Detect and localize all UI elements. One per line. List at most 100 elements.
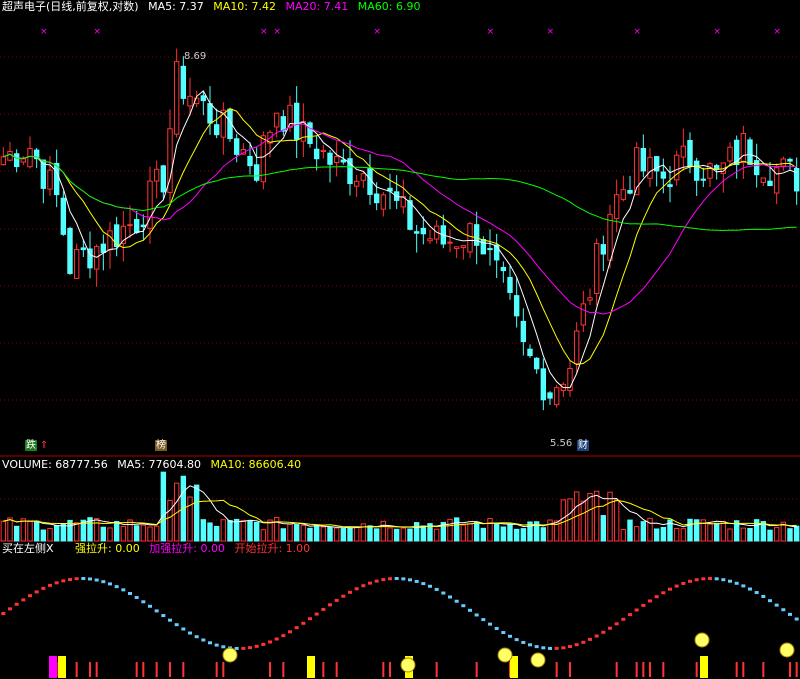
volume-bar xyxy=(380,520,387,542)
smiley-icon xyxy=(400,657,416,673)
candle-body xyxy=(420,227,427,235)
indicator-step xyxy=(301,621,306,625)
volume-bar xyxy=(13,525,20,542)
indicator-step xyxy=(568,645,572,649)
candle-body xyxy=(500,266,507,272)
volume-bar xyxy=(713,522,720,542)
smiley-icon xyxy=(779,642,795,658)
candle-body xyxy=(380,194,387,210)
volume-bar xyxy=(340,527,347,542)
ma60-label: MA60: 6.90 xyxy=(357,0,421,13)
signal-marker: × xyxy=(713,27,721,37)
volume-ma10-line xyxy=(3,499,797,528)
indicator-step xyxy=(468,608,472,612)
volume-bar xyxy=(467,523,473,542)
indicator-step xyxy=(761,594,766,598)
start-signal-bar xyxy=(695,662,698,677)
candle-body xyxy=(20,158,27,163)
candle-body xyxy=(173,61,180,135)
candle-body xyxy=(687,139,693,167)
start-signal-bar xyxy=(649,662,651,677)
tag-rank[interactable]: 榜 xyxy=(155,440,167,451)
indicator-step xyxy=(594,634,599,638)
volume-bar xyxy=(207,522,213,542)
indicator-extra-strong-label: 加强拉升: 0.00 xyxy=(149,542,225,555)
indicator-step xyxy=(634,608,639,612)
volume-bar xyxy=(400,527,407,542)
volume-bar xyxy=(480,527,487,542)
candle-body xyxy=(140,224,147,228)
volume-bar xyxy=(393,528,400,542)
volume-bar xyxy=(240,520,247,542)
indicator-step xyxy=(381,578,386,582)
volume-bar xyxy=(673,527,680,542)
candle-body xyxy=(520,320,527,343)
volume-bar xyxy=(273,516,280,542)
indicator-step xyxy=(181,627,186,631)
volume-bar xyxy=(33,520,40,542)
volume-bar xyxy=(453,517,460,542)
indicator-step xyxy=(48,583,52,587)
volume-bar xyxy=(280,528,287,542)
indicator-step xyxy=(521,640,526,644)
candle-body xyxy=(513,295,520,317)
candle-body xyxy=(247,155,253,167)
indicator-step xyxy=(328,603,332,607)
volume-bar xyxy=(133,525,140,542)
indicator-step xyxy=(41,586,46,590)
candle-body xyxy=(273,112,280,128)
candle-body xyxy=(740,133,747,163)
volume-bar xyxy=(740,527,747,542)
signal-marker: × xyxy=(273,27,281,37)
indicator-step xyxy=(488,622,492,626)
volume-bar xyxy=(293,524,300,542)
volume-bar xyxy=(333,527,340,542)
indicator-step xyxy=(774,603,779,607)
indicator-step xyxy=(614,622,619,626)
candle-body xyxy=(0,156,7,166)
start-signal-bar xyxy=(389,662,391,677)
candle-body xyxy=(213,124,220,136)
volume-bar xyxy=(367,525,373,542)
indicator-step xyxy=(261,642,266,646)
candle-body xyxy=(527,348,533,357)
volume-bar xyxy=(687,518,693,542)
candle-body xyxy=(787,158,793,162)
indicator-step xyxy=(234,646,239,650)
volume-bar xyxy=(513,528,520,542)
candle-body xyxy=(607,213,613,261)
ma20-label: MA20: 7.41 xyxy=(285,0,349,13)
candle-body xyxy=(727,146,733,162)
volume-label: VOLUME: 68777.56 xyxy=(2,458,108,471)
candle-body xyxy=(553,387,560,406)
candle-body xyxy=(487,248,493,251)
volume-bar xyxy=(420,525,427,542)
indicator-step xyxy=(501,631,506,635)
candle-body xyxy=(667,184,673,188)
volume-bar xyxy=(0,520,7,542)
volume-bar xyxy=(507,523,513,542)
indicator-step xyxy=(728,579,732,583)
indicator-step xyxy=(81,577,86,581)
tag-fall[interactable]: 跌 xyxy=(25,440,37,451)
indicator-step xyxy=(641,603,646,607)
indicator-step xyxy=(274,637,279,641)
candle-body xyxy=(180,65,187,99)
volume-bar xyxy=(387,527,393,542)
candle-body xyxy=(640,147,647,172)
indicator-step xyxy=(8,607,12,611)
start-signal-bar xyxy=(635,662,638,677)
low-price-label: 5.56 xyxy=(550,438,573,449)
start-signal-bar xyxy=(475,662,478,677)
chart-canvas: × × × × × × × × × × xyxy=(0,27,800,678)
volume-bar xyxy=(247,520,253,542)
candle-body xyxy=(100,243,107,253)
volume-bar xyxy=(607,491,613,542)
indicator-step xyxy=(441,591,446,595)
start-signal-bar xyxy=(142,662,145,677)
strong-signal-bar xyxy=(700,656,708,678)
volume-bar xyxy=(127,519,133,542)
indicator-step xyxy=(781,608,786,612)
volume-bar xyxy=(307,527,313,542)
tag-finance[interactable]: 财 xyxy=(577,440,589,451)
